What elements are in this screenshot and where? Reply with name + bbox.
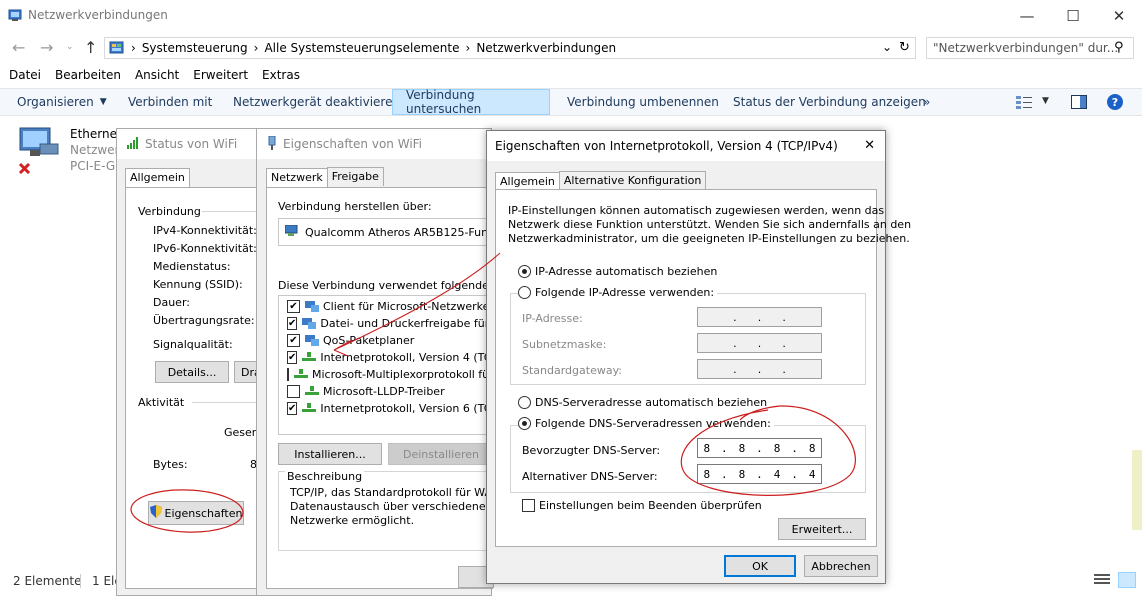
annotation-arrow xyxy=(333,252,501,357)
annotation-circle-properties xyxy=(130,489,244,533)
annotation-overlay xyxy=(130,252,856,533)
annotation-circle-dns xyxy=(680,405,856,496)
